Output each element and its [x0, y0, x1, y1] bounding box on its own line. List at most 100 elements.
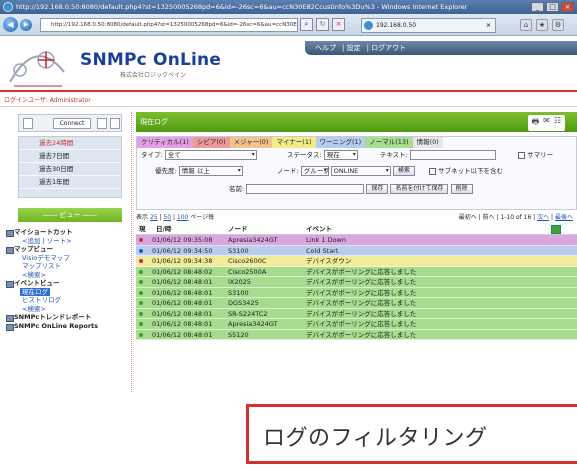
- table-row[interactable]: 01/06/12 08:48:01 IX2025 デバイスがポーリングに応答しました: [136, 277, 577, 288]
- status-dot-icon: [139, 246, 149, 257]
- priority-select[interactable]: 情報 以上: [178, 166, 243, 176]
- page-nav-text: 最初へ | 前へ | 1-10 of 16 |: [458, 214, 536, 221]
- sidebar-grid-icon[interactable]: [110, 118, 120, 129]
- tree-group[interactable]: マイショートカット: [4, 228, 130, 237]
- type-select[interactable]: 全て: [164, 150, 257, 160]
- severity-tab[interactable]: クリティカル(1): [137, 137, 193, 148]
- page-size-100[interactable]: 100: [177, 214, 188, 221]
- save-as-button[interactable]: 名前を付けて保存: [390, 184, 449, 194]
- subnet-checkbox[interactable]: [429, 167, 437, 175]
- logout-link[interactable]: ログアウト: [371, 44, 406, 52]
- cell-event: デバイスがポーリングに応答しました: [306, 299, 417, 307]
- cell-datetime: 01/06/12 08:48:01: [152, 278, 213, 286]
- address-field[interactable]: http://192.168.0.50:8080/default.php4?st…: [40, 18, 298, 32]
- minimize-button[interactable]: _: [531, 2, 544, 12]
- table-row[interactable]: 01/06/12 08:48:01 S5120 デバイスがポーリングに応答しました: [136, 329, 577, 340]
- tab-close-icon[interactable]: ×: [486, 19, 491, 32]
- cell-event: Link 1 Down: [306, 236, 346, 244]
- tools-icon[interactable]: ⚙: [552, 19, 564, 31]
- table-row[interactable]: 01/06/12 08:48:01 Apresia3424GT デバイスがポーリング…: [136, 319, 577, 330]
- node-type-select[interactable]: グループ: [300, 166, 329, 176]
- cell-datetime: 01/06/12 08:48:01: [152, 309, 213, 318]
- table-row[interactable]: 01/06/12 08:48:01 S3100 デバイスがポーリングに応答しました: [136, 287, 577, 298]
- cell-node: IX2025: [228, 278, 251, 286]
- cell-node: S3100: [228, 246, 249, 255]
- page-size-25[interactable]: 25: [150, 214, 158, 221]
- name-input[interactable]: [246, 184, 365, 194]
- severity-tab[interactable]: マイナー(1): [272, 137, 316, 148]
- back-icon[interactable]: ◀: [3, 17, 18, 32]
- summary-checkbox[interactable]: [518, 151, 526, 159]
- help-link[interactable]: ヘルプ: [315, 44, 336, 52]
- tree-item[interactable]: <検索>: [4, 305, 130, 314]
- time-range-30d[interactable]: 過去30日間: [19, 163, 121, 176]
- time-range-1y[interactable]: 過去1年間: [19, 176, 121, 189]
- time-range-7d[interactable]: 過去7日間: [19, 150, 121, 163]
- cell-node: Cisco2500A: [228, 267, 267, 276]
- page-size-suffix: ページ毎: [190, 214, 215, 221]
- tree-group[interactable]: イベントビュー: [4, 279, 130, 288]
- mail-icon[interactable]: ✉: [543, 116, 550, 130]
- cell-node: Cisco2600C: [228, 257, 267, 265]
- text-input[interactable]: [409, 150, 496, 160]
- tree-item[interactable]: ヒストリログ: [4, 296, 130, 305]
- refresh-icon[interactable]: ↻: [316, 18, 329, 31]
- time-range-24h[interactable]: 過去24時間: [19, 137, 121, 150]
- severity-tab[interactable]: 情報(0): [412, 137, 443, 148]
- table-row[interactable]: 01/06/12 09:34:38 Cisco2600C デバイスダウン: [136, 256, 577, 267]
- print-icon[interactable]: 🖶: [532, 116, 540, 130]
- connect-button[interactable]: Connect: [53, 118, 91, 129]
- tree-item[interactable]: マップリスト: [4, 262, 130, 271]
- save-button[interactable]: 保存: [366, 184, 389, 194]
- table-row[interactable]: 01/06/12 09:35:08 Apresia3424GT Link 1 Dow…: [136, 235, 577, 246]
- tree-group[interactable]: マップビュー: [4, 245, 130, 254]
- sidebar-tool-icon[interactable]: [23, 118, 33, 129]
- table-row[interactable]: 01/06/12 08:48:01 SR-S224TC2 デバイスがポーリングに応答…: [136, 308, 577, 320]
- home-icon[interactable]: ⌂: [520, 19, 532, 31]
- col-datetime[interactable]: 日/時: [156, 224, 171, 235]
- maximize-button[interactable]: □: [546, 2, 559, 12]
- logo-graphic: [9, 51, 65, 87]
- tree-group[interactable]: SNMPc OnLine Reports: [4, 322, 130, 330]
- screen: http://192.168.0.50:8080/default.php4?st…: [0, 0, 577, 468]
- col-event[interactable]: イベント: [306, 224, 332, 235]
- table-row[interactable]: 01/06/12 09:34:50 S3100 Cold Start: [136, 245, 577, 257]
- tree-item[interactable]: <検索>: [4, 271, 130, 280]
- page-size-50[interactable]: 50: [163, 214, 171, 221]
- settings-link[interactable]: 設定: [347, 44, 361, 52]
- delete-button[interactable]: 削除: [450, 184, 473, 194]
- search-button[interactable]: 検索: [392, 166, 415, 176]
- severity-tab[interactable]: メジャー(0): [229, 137, 273, 148]
- browser-tab[interactable]: 192.168.0.50 ×: [361, 18, 496, 33]
- node-select[interactable]: ONLINE: [330, 166, 391, 176]
- browser-icon: [3, 2, 13, 12]
- cell-datetime: 01/06/12 08:48:02: [152, 267, 213, 276]
- export-excel-icon[interactable]: [551, 225, 561, 234]
- cell-datetime: 01/06/12 08:48:01: [152, 288, 213, 297]
- login-user: ログインユーザ: Administrator: [0, 95, 577, 107]
- severity-tab[interactable]: ワーニング(1): [315, 137, 366, 148]
- tree-group[interactable]: SNMPcトレンドレポート: [4, 313, 130, 322]
- tree-item[interactable]: 現在ログ: [20, 287, 50, 296]
- app-title: SNMPc OnLine: [80, 50, 222, 70]
- favorites-icon[interactable]: ★: [536, 19, 548, 31]
- table-row[interactable]: 01/06/12 08:48:02 Cisco2500A デバイスがポーリングに応答…: [136, 266, 577, 277]
- stop-icon[interactable]: ×: [332, 18, 345, 31]
- tree-item[interactable]: <追加 | ソート>: [4, 237, 130, 246]
- next-page-link[interactable]: 次へ: [537, 214, 549, 221]
- col-node[interactable]: ノード: [228, 224, 248, 235]
- page-size-selector: 表示 25 | 50 | 100 ページ毎: [136, 214, 215, 221]
- list-icon[interactable]: ☷: [554, 116, 561, 130]
- forward-icon[interactable]: ▶: [20, 19, 32, 31]
- sidebar-print-icon[interactable]: [97, 118, 107, 129]
- status-select[interactable]: 現在: [323, 150, 358, 160]
- close-button[interactable]: ×: [561, 2, 574, 12]
- severity-tab[interactable]: シビア(0): [192, 137, 230, 148]
- cell-event: デバイスがポーリングに応答しました: [306, 267, 417, 276]
- last-page-link[interactable]: 最後へ: [555, 214, 573, 221]
- status-dot-icon: [139, 309, 149, 320]
- table-row[interactable]: 01/06/12 08:48:01 DGS3425 デバイスがポーリングに応答しまし…: [136, 298, 577, 309]
- severity-tab[interactable]: ノーマル(13): [365, 137, 413, 148]
- search-icon[interactable]: ⌕: [300, 18, 313, 31]
- tree-item[interactable]: Visioデモマップ: [4, 254, 130, 263]
